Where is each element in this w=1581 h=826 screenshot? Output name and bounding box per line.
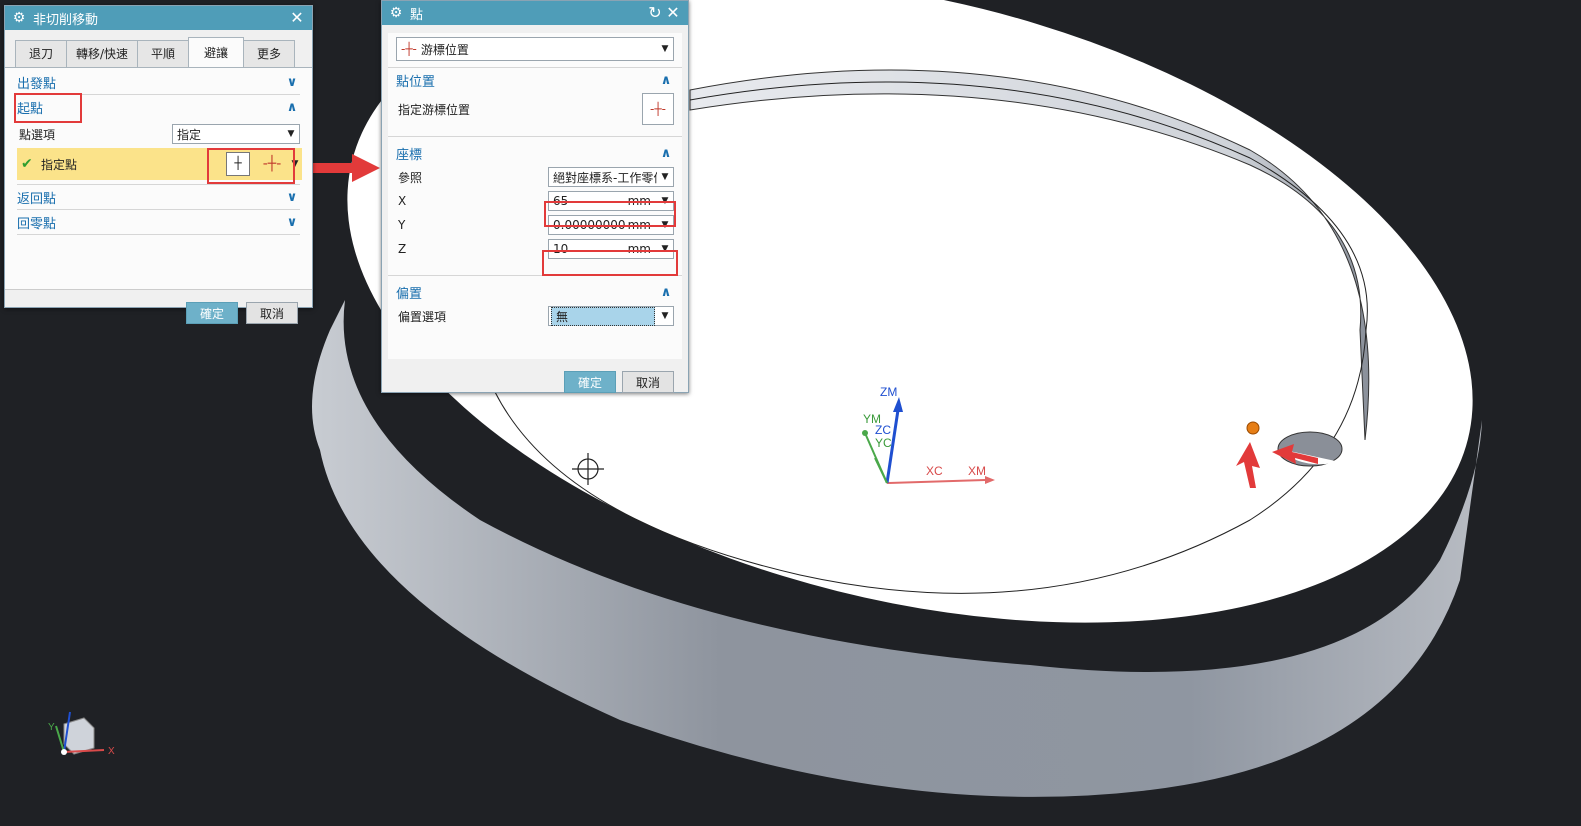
view-triad — [55, 711, 105, 755]
tab-transfer-rapid[interactable]: 轉移/快速 — [66, 40, 138, 67]
mini-axis-x: X — [108, 746, 115, 757]
point-option-value: 指定 — [177, 127, 202, 142]
group-from-point-label: 出發點 — [17, 76, 57, 92]
dropdown-arrow-icon: ▼ — [661, 311, 669, 321]
axis-label-zm: ZM — [880, 385, 897, 399]
chevron-up-icon[interactable]: ∧ — [658, 146, 674, 161]
section-offset: 偏置 — [396, 286, 423, 302]
cursor-location-icon: -┼- — [401, 42, 417, 56]
group-home-point[interactable]: 回零點 ∨ — [17, 210, 300, 235]
point-title: 點 — [410, 7, 424, 23]
noncutting-moves-dialog: ⚙ 非切削移動 ✕ 退刀 轉移/快速 平順 避讓 更多 出發點 ∨ 起點 ∧ 點選項… — [4, 5, 313, 324]
group-return-point[interactable]: 返回點 ∨ — [17, 185, 300, 210]
axis-label-zc: ZC — [875, 423, 891, 437]
point-cancel-button[interactable]: 取消 — [622, 371, 674, 393]
close-icon[interactable]: ✕ — [288, 9, 306, 27]
axis-label-xc: XC — [926, 464, 943, 478]
offset-option-value: 無 — [551, 306, 655, 326]
dropdown-arrow-icon: ▼ — [287, 129, 295, 139]
point-type-select[interactable]: -┼- 游標位置 ▼ — [396, 37, 674, 61]
tab-avoidance[interactable]: 避讓 — [188, 37, 244, 67]
noncut-tabs: 退刀 轉移/快速 平順 避讓 更多 — [5, 30, 312, 68]
offset-option-select[interactable]: 無 ▼ — [548, 306, 674, 326]
point-option-select[interactable]: 指定 ▼ — [172, 124, 300, 144]
annotation-box-start-point — [14, 93, 82, 123]
z-label: Z — [398, 242, 407, 256]
chevron-up-icon[interactable]: ∧ — [284, 100, 300, 115]
chevron-down-icon[interactable]: ∨ — [284, 215, 300, 230]
axis-label-xm: XM — [968, 464, 986, 478]
y-label: Y — [398, 218, 406, 232]
tab-more[interactable]: 更多 — [243, 40, 295, 67]
reference-value: 絕對座標系-工作零件 — [553, 170, 657, 185]
point-type-value: 游標位置 — [420, 42, 469, 57]
dropdown-arrow-icon: ▼ — [661, 172, 669, 182]
point-dialog: ⚙ 點 ↻ ✕ -┼- 游標位置 ▼ 點位置 ∧ 指定游標位置 -┼- 座標 ∧ 參… — [381, 0, 689, 393]
section-coordinates: 座標 — [396, 147, 423, 163]
annotation-box-x — [544, 201, 676, 227]
specify-cursor-location-button[interactable]: -┼- — [642, 93, 674, 125]
gear-icon[interactable]: ⚙ — [388, 5, 404, 21]
reset-icon[interactable]: ↻ — [646, 4, 664, 22]
gear-icon[interactable]: ⚙ — [11, 10, 27, 26]
group-return-point-label: 返回點 — [17, 191, 57, 207]
specify-point-label: 指定點 — [41, 157, 78, 172]
check-icon: ✔ — [21, 156, 33, 172]
group-from-point[interactable]: 出發點 ∨ — [17, 70, 300, 95]
group-home-point-label: 回零點 — [17, 216, 57, 232]
annotation-box-specify-point — [207, 148, 295, 184]
chevron-down-icon[interactable]: ∨ — [284, 190, 300, 205]
noncut-cancel-button[interactable]: 取消 — [246, 302, 298, 324]
noncut-title: 非切削移動 — [33, 12, 99, 28]
selected-point-marker[interactable] — [1246, 421, 1260, 435]
x-label: X — [398, 194, 407, 208]
offset-option-label: 偏置選項 — [398, 309, 447, 324]
chevron-down-icon[interactable]: ∨ — [284, 75, 300, 90]
reference-label: 參照 — [398, 170, 423, 185]
noncut-ok-button[interactable]: 確定 — [186, 302, 238, 324]
close-icon[interactable]: ✕ — [664, 4, 682, 22]
dropdown-arrow-icon: ▼ — [661, 44, 669, 54]
point-ok-button[interactable]: 確定 — [564, 371, 616, 393]
tab-smoothing[interactable]: 平順 — [137, 40, 189, 67]
mini-axis-y: Y — [48, 722, 55, 733]
chevron-up-icon[interactable]: ∧ — [658, 73, 674, 88]
section-point-location: 點位置 — [396, 74, 436, 90]
point-titlebar[interactable]: ⚙ 點 ↻ ✕ — [382, 1, 688, 25]
tab-retract[interactable]: 退刀 — [15, 40, 67, 67]
noncut-titlebar[interactable]: ⚙ 非切削移動 ✕ — [5, 6, 312, 30]
specify-cursor-location-label: 指定游標位置 — [398, 102, 471, 117]
reference-select[interactable]: 絕對座標系-工作零件 ▼ — [548, 167, 674, 187]
annotation-box-z — [542, 250, 678, 276]
chevron-up-icon[interactable]: ∧ — [658, 285, 674, 300]
point-option-label: 點選項 — [19, 127, 56, 142]
axis-label-yc: YC — [875, 436, 892, 450]
